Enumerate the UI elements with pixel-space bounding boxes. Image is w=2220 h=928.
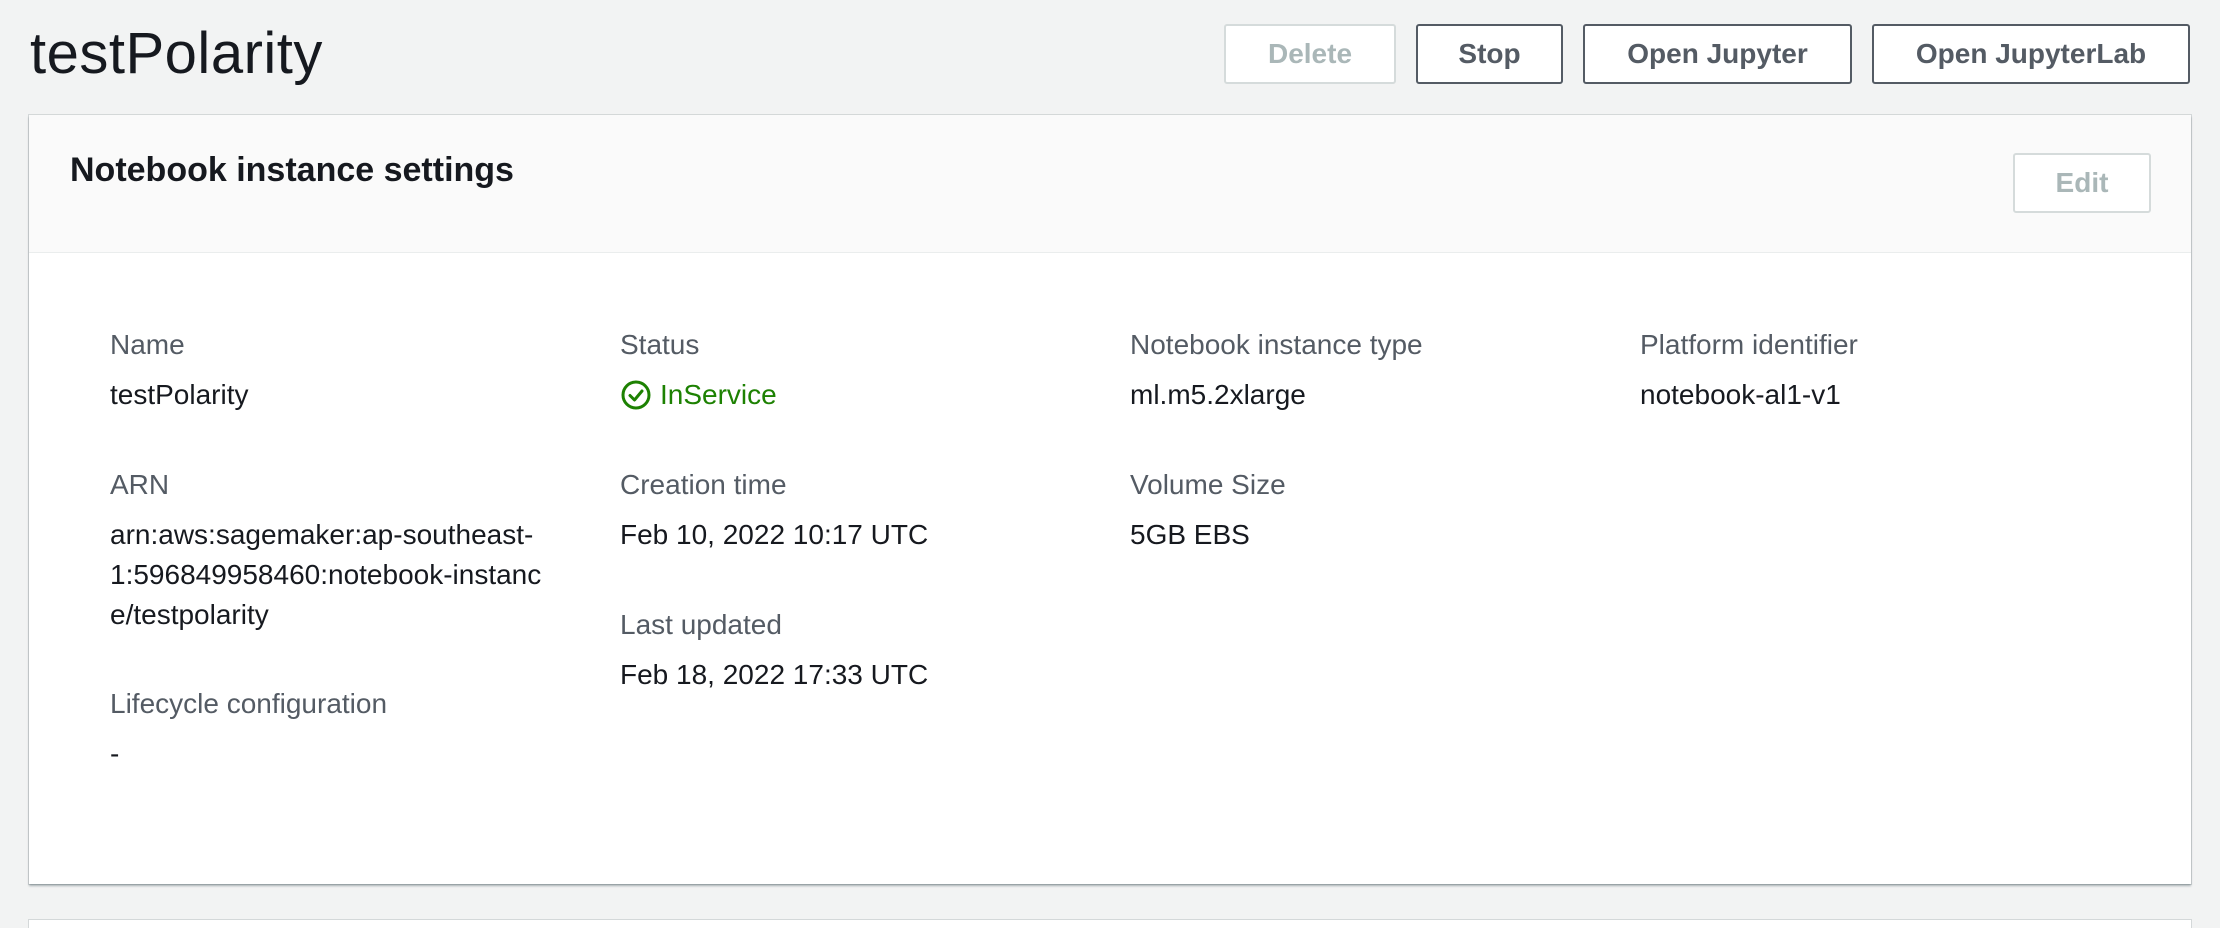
stop-button[interactable]: Stop <box>1416 24 1563 84</box>
header-actions: Delete Stop Open Jupyter Open JupyterLab <box>1224 24 2190 84</box>
open-jupyter-button[interactable]: Open Jupyter <box>1583 24 1852 84</box>
field-lifecycle: Lifecycle configuration - <box>110 684 570 774</box>
field-status: Status InService <box>620 325 1080 415</box>
lifecycle-value: - <box>110 738 120 769</box>
delete-button[interactable]: Delete <box>1224 24 1396 84</box>
creation-time-label: Creation time <box>620 469 787 500</box>
field-last-updated: Last updated Feb 18, 2022 17:33 UTC <box>620 605 1080 695</box>
status-value-row: InService <box>620 375 1080 415</box>
panel-header: Notebook instance settings Edit <box>29 115 2191 253</box>
volume-size-value: 5GB EBS <box>1130 519 1250 550</box>
last-updated-label: Last updated <box>620 609 782 640</box>
edit-button[interactable]: Edit <box>2013 153 2151 213</box>
field-arn: ARN arn:aws:sagemaker:ap-southeast-1:596… <box>110 465 570 635</box>
field-creation-time: Creation time Feb 10, 2022 10:17 UTC <box>620 465 1080 555</box>
field-platform: Platform identifier notebook-al1-v1 <box>1640 325 2100 415</box>
field-name: Name testPolarity <box>110 325 570 415</box>
instance-type-label: Notebook instance type <box>1130 329 1423 360</box>
field-instance-type: Notebook instance type ml.m5.2xlarge <box>1130 325 1590 415</box>
status-label: Status <box>620 329 700 360</box>
lifecycle-label: Lifecycle configuration <box>110 688 388 719</box>
arn-value: arn:aws:sagemaker:ap-southeast-1:5968499… <box>110 519 542 630</box>
arn-label: ARN <box>110 469 170 500</box>
creation-time-value: Feb 10, 2022 10:17 UTC <box>620 519 929 550</box>
page: testPolarity Delete Stop Open Jupyter Op… <box>0 0 2220 928</box>
check-circle-icon <box>620 379 652 411</box>
name-label: Name <box>110 329 185 360</box>
next-panel-edge <box>29 920 2191 928</box>
instance-type-value: ml.m5.2xlarge <box>1130 379 1306 410</box>
notebook-settings-panel: Notebook instance settings Edit Name tes… <box>29 115 2191 884</box>
field-volume-size: Volume Size 5GB EBS <box>1130 465 1590 555</box>
panel-title: Notebook instance settings <box>70 151 514 189</box>
volume-size-label: Volume Size <box>1130 469 1286 500</box>
platform-value: notebook-al1-v1 <box>1640 379 1841 410</box>
last-updated-value: Feb 18, 2022 17:33 UTC <box>620 659 929 690</box>
name-value: testPolarity <box>110 379 249 410</box>
page-title: testPolarity <box>30 21 323 86</box>
open-jupyterlab-button[interactable]: Open JupyterLab <box>1872 24 2190 84</box>
platform-label: Platform identifier <box>1640 329 1858 360</box>
status-text: InService <box>660 379 777 410</box>
